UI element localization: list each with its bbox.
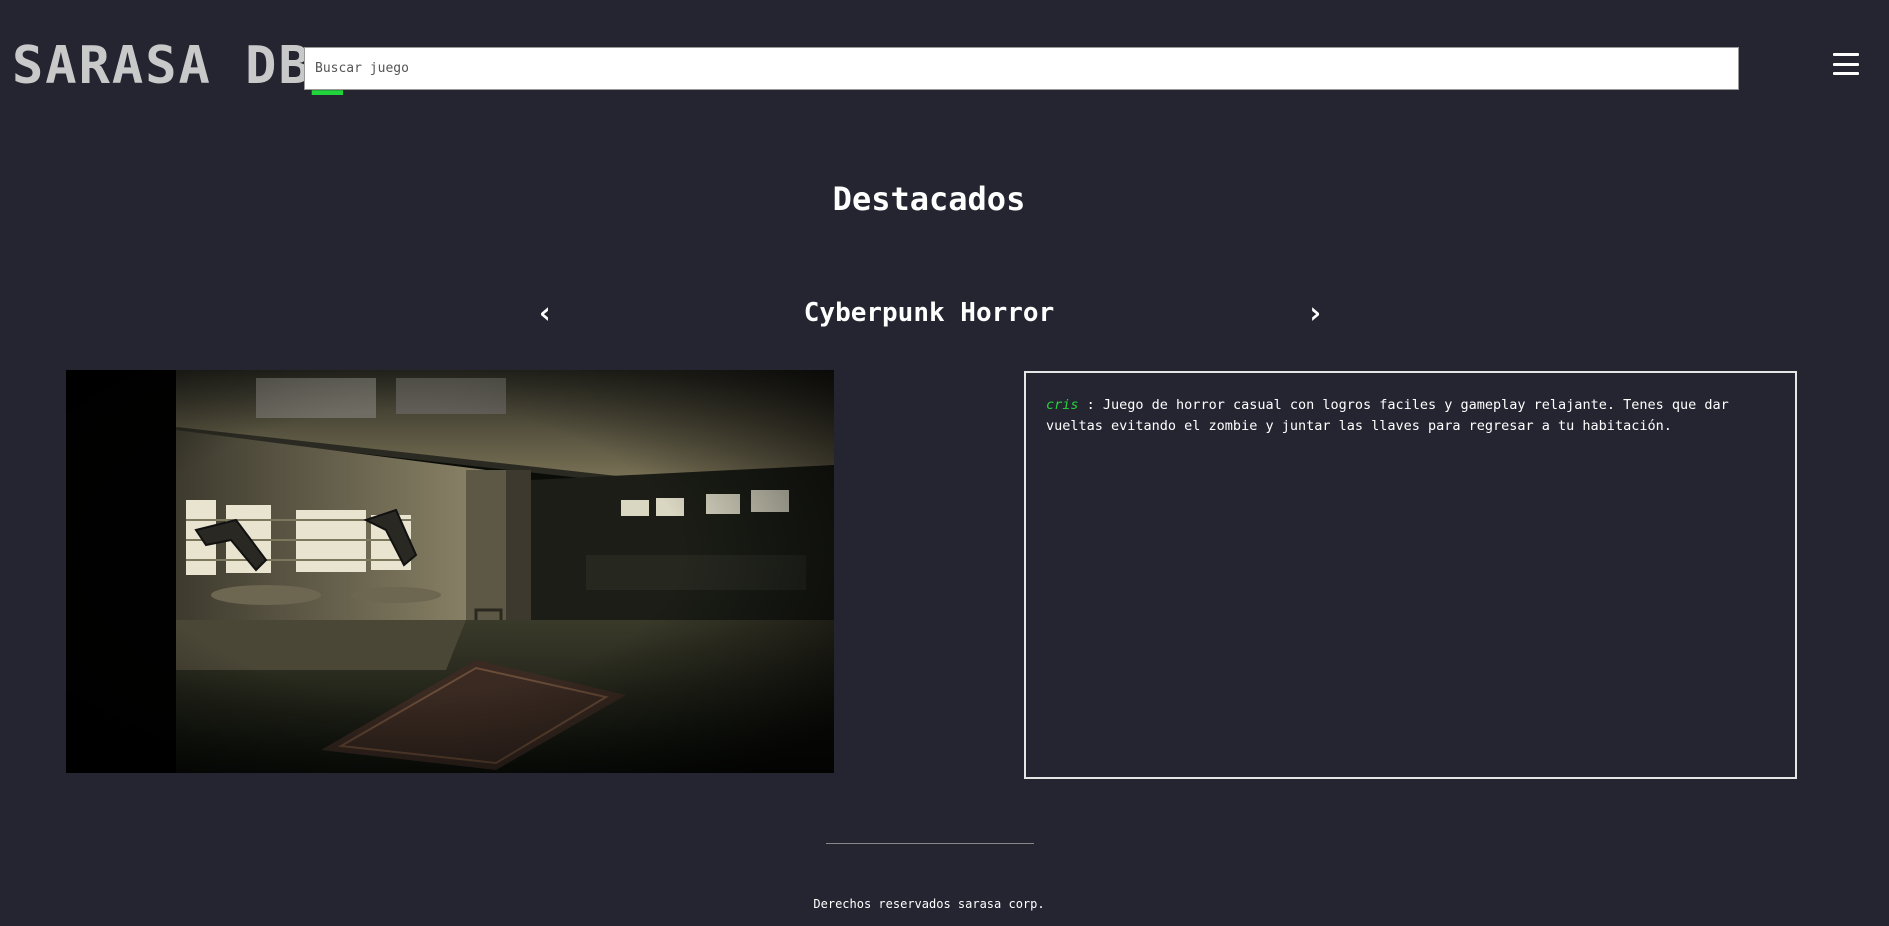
logo-text: SARASA DB [12, 36, 312, 96]
page: SARASA DB_ Destacados ‹ Cyberpunk Horror… [0, 0, 1889, 926]
review-separator: : [1078, 397, 1103, 413]
review-entry: cris : Juego de horror casual con logros… [1046, 395, 1775, 437]
review-box: cris : Juego de horror casual con logros… [1024, 371, 1797, 779]
section-title: Destacados [832, 180, 1026, 218]
review-text: Juego de horror casual con logros facile… [1046, 397, 1729, 434]
menu-bar [1833, 53, 1859, 56]
site-logo[interactable]: SARASA DB_ [12, 36, 345, 96]
menu-bar [1833, 72, 1859, 75]
search-input[interactable] [304, 47, 1739, 90]
hamburger-menu-icon[interactable] [1833, 53, 1859, 75]
carousel-next-button[interactable]: › [1306, 296, 1324, 332]
footer-divider [826, 843, 1034, 844]
review-author[interactable]: cris [1046, 397, 1079, 413]
game-screenshot[interactable] [66, 370, 834, 773]
menu-bar [1833, 62, 1859, 66]
footer-copyright: Derechos reservados sarasa corp. [813, 897, 1045, 911]
game-title: Cyberpunk Horror [803, 298, 1055, 328]
game-screenshot-image [66, 370, 834, 773]
